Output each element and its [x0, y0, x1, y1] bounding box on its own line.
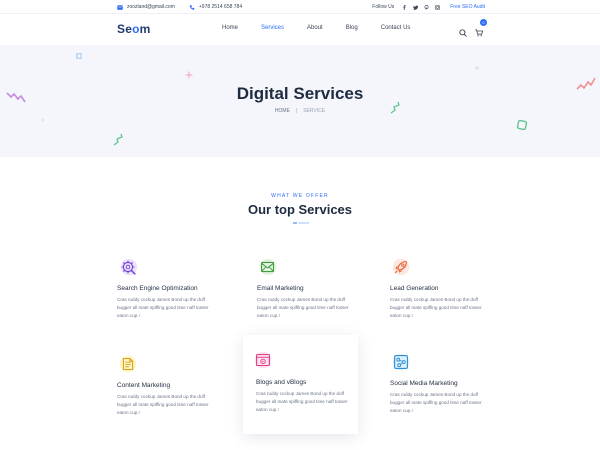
service-card-blogs[interactable]: Blogs and vBlogs Cras ruddy cockup James…	[243, 335, 358, 434]
envelope-icon	[117, 4, 123, 10]
seo-gear-icon	[120, 258, 138, 276]
service-card-lead-generation[interactable]: Lead Generation Cras ruddy cockup James …	[384, 250, 500, 350]
nav-home[interactable]: Home	[222, 25, 238, 31]
logo-suffix: m	[139, 22, 151, 36]
phone-icon	[189, 4, 195, 10]
nav-about[interactable]: About	[307, 25, 323, 31]
main-nav: Home Services About Blog Contact Us	[222, 25, 433, 31]
section-eyebrow: WHAT WE OFFER	[271, 193, 329, 199]
service-title: Content Marketing	[117, 382, 171, 389]
decor-dot-icon	[41, 118, 45, 122]
cart-count-badge: 0	[480, 19, 487, 26]
top-bar: zoozland@gmail.com +978 2514 658 784 Fol…	[0, 0, 600, 14]
main-header: Seom Home Services About Blog Contact Us…	[0, 14, 600, 45]
service-title: Email Marketing	[257, 285, 304, 292]
breadcrumb-current: SERVICE	[303, 108, 326, 114]
decor-square-green-icon	[516, 119, 528, 131]
service-title: Search Engine Optimization	[117, 285, 198, 292]
instagram-icon[interactable]	[435, 4, 441, 10]
page-title: Digital Services	[236, 84, 364, 103]
service-description: Cras ruddy cockup James Bond up the duff…	[257, 297, 349, 318]
twitter-icon[interactable]	[413, 5, 419, 10]
logo-o: o	[132, 22, 140, 36]
nav-services[interactable]: Services	[261, 25, 284, 31]
service-card-seo[interactable]: Search Engine Optimization Cras ruddy co…	[111, 250, 227, 350]
decor-square-icon	[76, 53, 82, 59]
social-media-icon	[392, 353, 410, 371]
nav-contact-us[interactable]: Contact Us	[381, 25, 411, 31]
service-title: Lead Generation	[390, 285, 439, 292]
header-icons: 0	[459, 19, 487, 42]
decor-zigzag-green-icon	[113, 133, 123, 146]
content-icon	[119, 355, 137, 373]
facebook-icon[interactable]	[402, 4, 407, 10]
email-icon	[259, 258, 277, 276]
logo[interactable]: Seom	[117, 22, 150, 36]
phone-contact[interactable]: +978 2514 658 784	[189, 4, 242, 10]
blog-icon	[254, 351, 272, 369]
decor-plus-icon	[185, 71, 193, 79]
breadcrumb-separator: |	[295, 108, 298, 114]
follow-us-label: Follow Us	[372, 4, 395, 10]
page-hero: Digital Services HOME | SERVICE	[0, 45, 600, 157]
service-description: Cras ruddy cockup James Bond up the duff…	[390, 392, 482, 413]
breadcrumb: HOME | SERVICE	[0, 108, 600, 114]
nav-blog[interactable]: Blog	[346, 25, 358, 31]
decor-dot-icon	[475, 66, 479, 70]
section-title: Our top Services	[247, 202, 353, 217]
service-title: Social Media Marketing	[390, 380, 458, 387]
title-underline-icon	[293, 222, 309, 224]
phone-text: +978 2514 658 784	[198, 4, 243, 10]
service-description: Cras ruddy cockup James Bond up the duff…	[256, 391, 348, 412]
service-description: Cras ruddy cockup James Bond up the duff…	[390, 297, 482, 318]
cart-button[interactable]: 0	[475, 19, 487, 42]
email-text: zoozland@gmail.com	[127, 4, 175, 10]
logo-prefix: Se	[117, 22, 133, 36]
service-card-content-marketing[interactable]: Content Marketing Cras ruddy cockup Jame…	[111, 347, 227, 447]
service-description: Cras ruddy cockup James Bond up the duff…	[117, 297, 209, 318]
service-title: Blogs and vBlogs	[256, 379, 307, 386]
cart-icon	[475, 29, 484, 37]
service-description: Cras ruddy cockup James Bond up the duff…	[117, 394, 209, 415]
search-icon[interactable]	[459, 29, 467, 37]
pinterest-icon[interactable]	[424, 4, 429, 10]
service-card-social-media[interactable]: Social Media Marketing Cras ruddy cockup…	[384, 345, 500, 445]
email-contact[interactable]: zoozland@gmail.com	[117, 4, 175, 10]
free-seo-audit-link[interactable]: Free SEO Audit	[450, 4, 485, 10]
breadcrumb-home[interactable]: HOME	[275, 108, 290, 114]
rocket-icon	[392, 258, 410, 276]
